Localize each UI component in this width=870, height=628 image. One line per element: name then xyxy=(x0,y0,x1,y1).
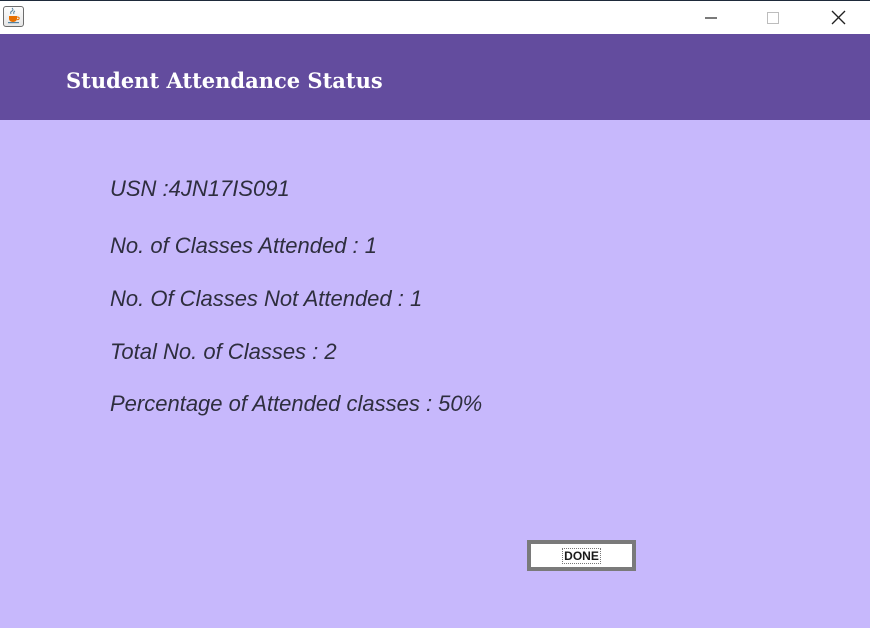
page-title: Student Attendance Status xyxy=(66,68,383,93)
attendance-percentage-label: Percentage of Attended classes : 50% xyxy=(110,391,483,416)
classes-not-attended-label: No. Of Classes Not Attended : 1 xyxy=(110,286,423,311)
done-button-label: DONE xyxy=(562,547,601,564)
maximize-button[interactable] xyxy=(742,1,804,34)
close-button[interactable] xyxy=(807,1,869,34)
total-classes-label: Total No. of Classes : 2 xyxy=(110,339,337,364)
header-band: Student Attendance Status xyxy=(0,34,870,120)
classes-attended-label: No. of Classes Attended : 1 xyxy=(110,233,377,258)
done-button[interactable]: DONE xyxy=(527,540,636,571)
minimize-button[interactable] xyxy=(680,1,742,34)
attendance-panel: USN :4JN17IS091 No. of Classes Attended … xyxy=(0,120,870,628)
java-cup-icon[interactable] xyxy=(3,6,24,27)
maximize-icon xyxy=(767,11,779,24)
minimize-icon xyxy=(705,16,717,19)
title-bar[interactable] xyxy=(0,0,870,34)
attendance-window: Student Attendance Status USN :4JN17IS09… xyxy=(0,0,870,628)
usn-label: USN :4JN17IS091 xyxy=(110,176,290,201)
close-icon xyxy=(831,10,845,25)
